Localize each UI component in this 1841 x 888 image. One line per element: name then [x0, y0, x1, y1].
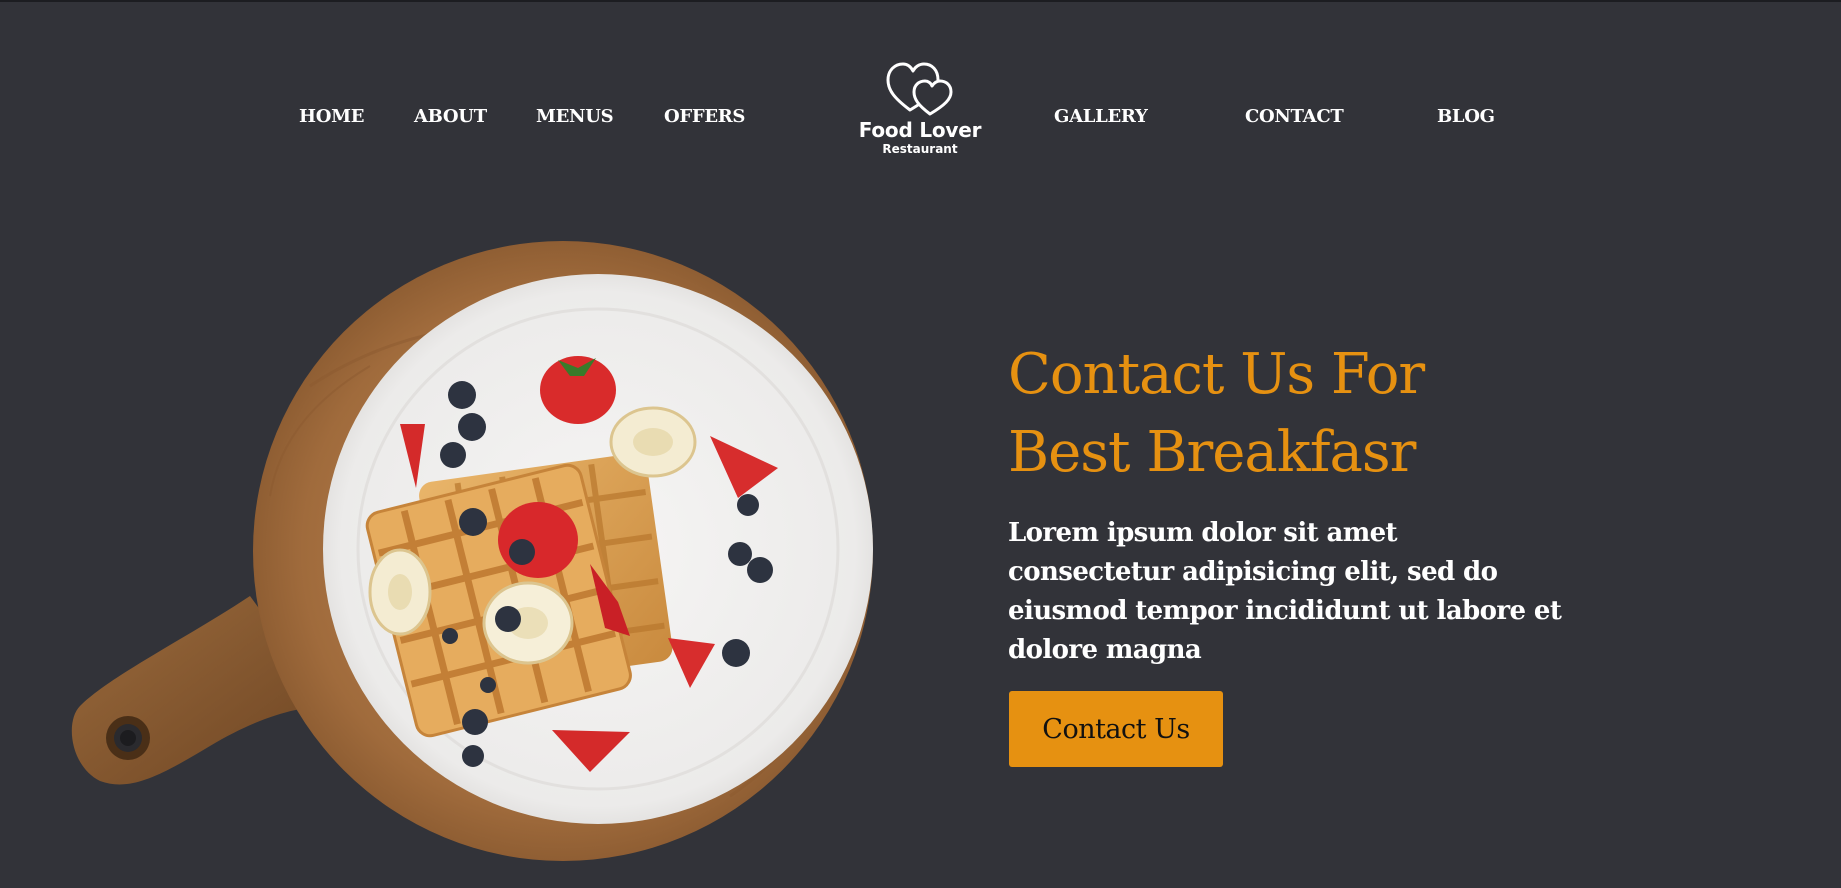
hero-description: Lorem ipsum dolor sit amet consectetur a… — [1008, 518, 1562, 665]
double-heart-icon — [886, 62, 953, 116]
nav-offers-link[interactable]: OFFERS — [664, 106, 745, 127]
logo-title: Food Lover — [858, 118, 982, 142]
nav-gallery-link[interactable]: GALLERY — [1054, 106, 1148, 127]
waffle-breakfast-image — [71, 241, 873, 861]
site-logo[interactable]: Food Lover Restaurant — [850, 60, 990, 170]
nav-blog-link[interactable]: BLOG — [1437, 106, 1495, 127]
hero-title-line-2: Best Breakfasr — [1008, 420, 1416, 485]
nav-contact-link[interactable]: CONTACT — [1245, 106, 1344, 127]
logo-subtitle: Restaurant — [882, 142, 958, 156]
contact-us-button[interactable]: Contact Us — [1009, 691, 1223, 767]
nav-about-link[interactable]: ABOUT — [414, 106, 487, 127]
nav-menus-link[interactable]: MENUS — [536, 106, 614, 127]
nav-home-link[interactable]: HOME — [299, 106, 364, 127]
hero-title-line-1: Contact Us For — [1008, 342, 1425, 407]
hero-title: Contact Us For Best Breakfasr — [1008, 336, 1528, 492]
top-border — [0, 0, 1841, 2]
